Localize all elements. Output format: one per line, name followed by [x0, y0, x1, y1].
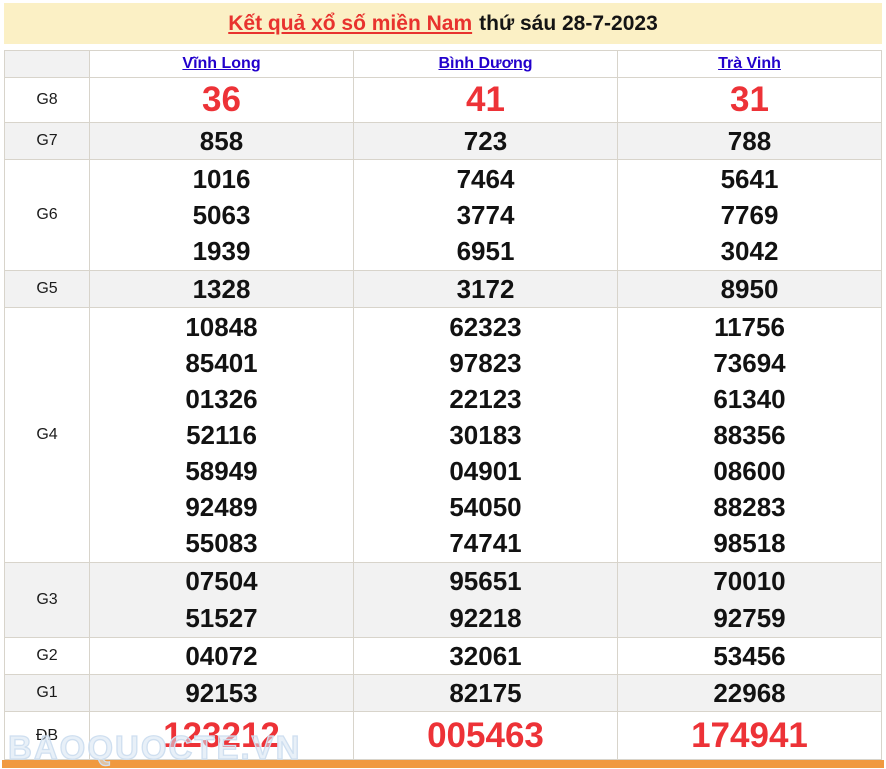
prize-number: 005463: [427, 715, 544, 755]
prize-number: 70010: [713, 566, 786, 596]
prize-number: 88283: [713, 492, 786, 522]
prize-number: 92759: [713, 603, 786, 633]
province-link-tra-vinh[interactable]: Trà Vinh: [718, 55, 781, 72]
prize-number: 22123: [449, 384, 522, 414]
prize-number: 54050: [449, 492, 522, 522]
prize-label: G8: [4, 77, 90, 123]
prize-number: 22968: [713, 678, 786, 708]
prize-number: 7464: [456, 164, 515, 194]
prize-row-g2: G2 04072 32061 53456: [4, 637, 882, 675]
prize-number: 3172: [456, 274, 515, 304]
prize-label: ĐB: [4, 711, 90, 760]
prize-number: 11756: [714, 312, 785, 342]
prize-label: G6: [4, 159, 90, 271]
bottom-accent-bar: [2, 760, 884, 768]
prize-number: 73694: [713, 348, 786, 378]
prize-label: G7: [4, 122, 90, 160]
title-date: thứ sáu 28-7-2023: [479, 11, 658, 35]
prize-row-g4: G4 10848 85401 01326 52116 58949 92489 5…: [4, 307, 882, 563]
prize-number: 3042: [720, 236, 779, 266]
prize-number: 07504: [185, 566, 258, 596]
prize-number: 08600: [713, 456, 786, 486]
prize-number: 41: [466, 80, 505, 119]
prize-number: 32061: [449, 641, 522, 671]
prize-number: 36: [202, 80, 241, 119]
prize-row-g1: G1 92153 82175 22968: [4, 674, 882, 712]
prize-number: 85401: [185, 348, 258, 378]
prize-number: 10848: [185, 312, 258, 342]
prize-label: G5: [4, 270, 90, 308]
prize-label: G3: [4, 562, 90, 638]
prize-number: 98518: [713, 528, 786, 558]
prize-number: 92218: [449, 603, 522, 633]
header-row: Vĩnh Long Bình Dương Trà Vinh: [4, 50, 882, 78]
prize-row-db: ĐB 123212 005463 174941: [4, 711, 882, 760]
title-link[interactable]: Kết quả xổ số miền Nam: [228, 12, 472, 36]
prize-number: 82175: [449, 678, 522, 708]
prize-number: 8950: [720, 274, 779, 304]
prize-number: 723: [463, 126, 508, 156]
prize-row-g7: G7 858 723 788: [4, 122, 882, 160]
prize-number: 92153: [185, 678, 258, 708]
prize-number: 52116: [186, 420, 257, 450]
prize-number: 53456: [713, 641, 786, 671]
prize-number: 1328: [192, 274, 251, 304]
prize-number: 31: [730, 80, 769, 119]
prize-number: 5063: [192, 200, 251, 230]
prize-number: 3774: [456, 200, 515, 230]
header-label-cell: [4, 50, 90, 78]
prize-number: 88356: [713, 420, 786, 450]
province-header-binh-duong: Bình Dương: [353, 50, 618, 78]
province-header-vinh-long: Vĩnh Long: [89, 50, 354, 78]
prize-number: 30183: [449, 420, 522, 450]
prize-number: 74741: [449, 528, 522, 558]
prize-row-g3: G3 07504 51527 95651 92218 70010 92759: [4, 562, 882, 638]
prize-number: 51527: [185, 603, 258, 633]
prize-number: 97823: [449, 348, 522, 378]
prize-number: 62323: [449, 312, 522, 342]
prize-number: 55083: [185, 528, 258, 558]
prize-row-g5: G5 1328 3172 8950: [4, 270, 882, 308]
prize-number: 95651: [449, 566, 522, 596]
province-link-binh-duong[interactable]: Bình Dương: [438, 55, 532, 72]
prize-label: G1: [4, 674, 90, 712]
prize-number: 6951: [456, 236, 515, 266]
prize-number: 5641: [720, 164, 779, 194]
prize-number: 1016: [192, 164, 251, 194]
province-link-vinh-long[interactable]: Vĩnh Long: [182, 55, 260, 72]
prize-number: 04901: [449, 456, 522, 486]
prize-number: 858: [199, 126, 244, 156]
province-header-tra-vinh: Trà Vinh: [617, 50, 882, 78]
prize-number: 01326: [185, 384, 258, 414]
prize-label: G4: [4, 307, 90, 563]
prize-label: G2: [4, 637, 90, 675]
title-bar: Kết quả xổ số miền Nam thứ sáu 28-7-2023: [4, 3, 882, 44]
prize-number: 123212: [163, 715, 280, 755]
prize-number: 1939: [192, 236, 251, 266]
prize-number: 7769: [720, 200, 779, 230]
prize-row-g6: G6 1016 5063 1939 7464 3774 6951 5641 77…: [4, 159, 882, 271]
prize-row-g8: G8 36 41 31: [4, 77, 882, 123]
prize-number: 58949: [185, 456, 258, 486]
prize-number: 788: [727, 126, 772, 156]
lottery-results-table: Vĩnh Long Bình Dương Trà Vinh G8 36 41 3…: [4, 50, 882, 760]
prize-number: 04072: [185, 641, 258, 671]
prize-number: 92489: [185, 492, 258, 522]
prize-number: 174941: [691, 715, 808, 755]
prize-number: 61340: [713, 384, 786, 414]
